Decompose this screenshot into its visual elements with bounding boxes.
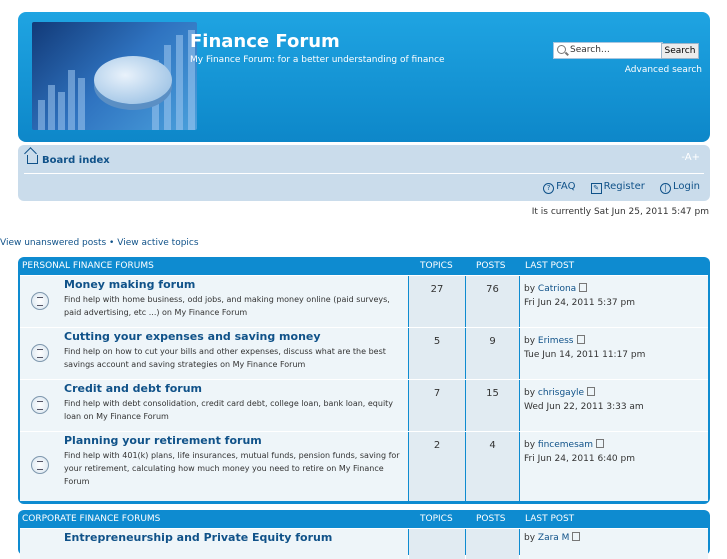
forum-row: Planning your retirement forum Find help… [20,431,708,501]
last-post: by fincemesam Fri Jun 24, 2011 6:40 pm [520,432,708,501]
quick-links-separator: • [109,238,115,248]
forum-read-icon [31,292,49,310]
col-last-post-header: LAST POST [525,514,575,524]
navbar: Board index -A+ ? FAQ ✎ Register | Login [18,145,710,201]
topics-cell [409,529,465,559]
view-latest-post-icon[interactable] [596,439,605,448]
user-links: ? FAQ ✎ Register | Login [531,181,700,194]
last-post: by Erimess Tue Jun 14, 2011 11:17 pm [520,328,708,379]
font-size-change[interactable]: -A+ [681,152,700,163]
last-post-author[interactable]: Catriona [538,284,576,294]
login-link[interactable]: | Login [654,181,700,194]
register-icon: ✎ [590,183,602,194]
forum-row: Credit and debt forum Find help with deb… [20,379,708,431]
current-time: It is currently Sat Jun 25, 2011 5:47 pm [531,207,709,217]
site-header: Finance Forum My Finance Forum: for a be… [18,12,710,142]
posts-count: 76 [466,276,519,327]
navbar-divider [24,173,704,174]
forum-description: Find help with 401(k) plans, life insura… [64,451,400,486]
posts-cell [466,529,519,559]
faq-icon: ? [543,183,555,194]
view-latest-post-icon[interactable] [579,283,588,292]
posts-count: 15 [466,380,519,431]
search-button[interactable]: Search [661,43,699,59]
col-topics-header: TOPICS [420,261,453,271]
advanced-search-link[interactable]: Advanced search [625,65,702,75]
topics-count: 27 [409,276,465,327]
category-header: PERSONAL FINANCE FORUMS TOPICS POSTS LAS… [18,257,710,275]
last-post-time: Wed Jun 22, 2011 3:33 am [524,402,644,412]
category-header: CORPORATE FINANCE FORUMS TOPICS POSTS LA… [18,510,710,528]
category-title[interactable]: PERSONAL FINANCE FORUMS [22,261,154,271]
posts-count: 4 [466,432,519,501]
posts-count: 9 [466,328,519,379]
forum-row: Entrepreneurship and Private Equity foru… [20,528,708,559]
view-latest-post-icon[interactable] [576,335,585,344]
last-post-author[interactable]: Zara M [538,533,570,543]
view-latest-post-icon[interactable] [572,532,581,541]
forum-title[interactable]: Cutting your expenses and saving money [64,330,321,343]
col-last-post-header: LAST POST [525,261,575,271]
last-post-time: Tue Jun 14, 2011 11:17 pm [524,350,646,360]
last-post-time: Fri Jun 24, 2011 5:37 pm [524,298,635,308]
last-post: by Zara M [520,529,708,559]
forum-read-icon [31,456,49,474]
last-post-author[interactable]: Erimess [538,336,574,346]
faq-link[interactable]: ? FAQ [537,181,575,194]
col-posts-header: POSTS [476,261,506,271]
forum-read-icon [31,344,49,362]
site-title[interactable]: Finance Forum [190,31,340,52]
last-post: by Catriona Fri Jun 24, 2011 5:37 pm [520,276,708,327]
forum-description: Find help with debt consolidation, credi… [64,399,394,421]
topics-count: 7 [409,380,465,431]
forum-row: Money making forum Find help with home b… [20,275,708,327]
forum-description: Find help with home business, odd jobs, … [64,295,390,317]
search-icon [557,45,566,54]
view-latest-post-icon[interactable] [587,387,596,396]
site-logo[interactable] [32,22,197,130]
register-link[interactable]: ✎ Register [585,181,645,194]
forum-title[interactable]: Credit and debt forum [64,382,202,395]
forum-title[interactable]: Planning your retirement forum [64,434,262,447]
site-description: My Finance Forum: for a better understan… [190,55,445,65]
category-title[interactable]: CORPORATE FINANCE FORUMS [22,514,160,524]
topics-count: 5 [409,328,465,379]
quick-links: View unanswered posts • View active topi… [0,238,199,248]
board-index-link[interactable]: Board index [42,155,110,166]
category-corporate-finance: CORPORATE FINANCE FORUMS TOPICS POSTS LA… [18,510,710,559]
search-placeholder: Search… [570,45,610,55]
forum-read-icon [31,396,49,414]
last-post-author[interactable]: chrisgayle [538,388,584,398]
forum-title[interactable]: Entrepreneurship and Private Equity foru… [64,531,332,544]
forum-description: Find help on how to cut your bills and o… [64,347,386,369]
col-topics-header: TOPICS [420,514,453,524]
last-post-time: Fri Jun 24, 2011 6:40 pm [524,454,635,464]
col-posts-header: POSTS [476,514,506,524]
last-post: by chrisgayle Wed Jun 22, 2011 3:33 am [520,380,708,431]
category-personal-finance: PERSONAL FINANCE FORUMS TOPICS POSTS LAS… [18,257,710,504]
last-post-author[interactable]: fincemesam [538,440,593,450]
forum-row: Cutting your expenses and saving money F… [20,327,708,379]
topics-count: 2 [409,432,465,501]
home-icon [27,155,38,164]
unanswered-posts-link[interactable]: View unanswered posts [0,238,106,248]
power-icon: | [660,183,672,194]
active-topics-link[interactable]: View active topics [117,238,198,248]
search-input[interactable]: Search… [553,42,663,59]
forum-title[interactable]: Money making forum [64,278,195,291]
